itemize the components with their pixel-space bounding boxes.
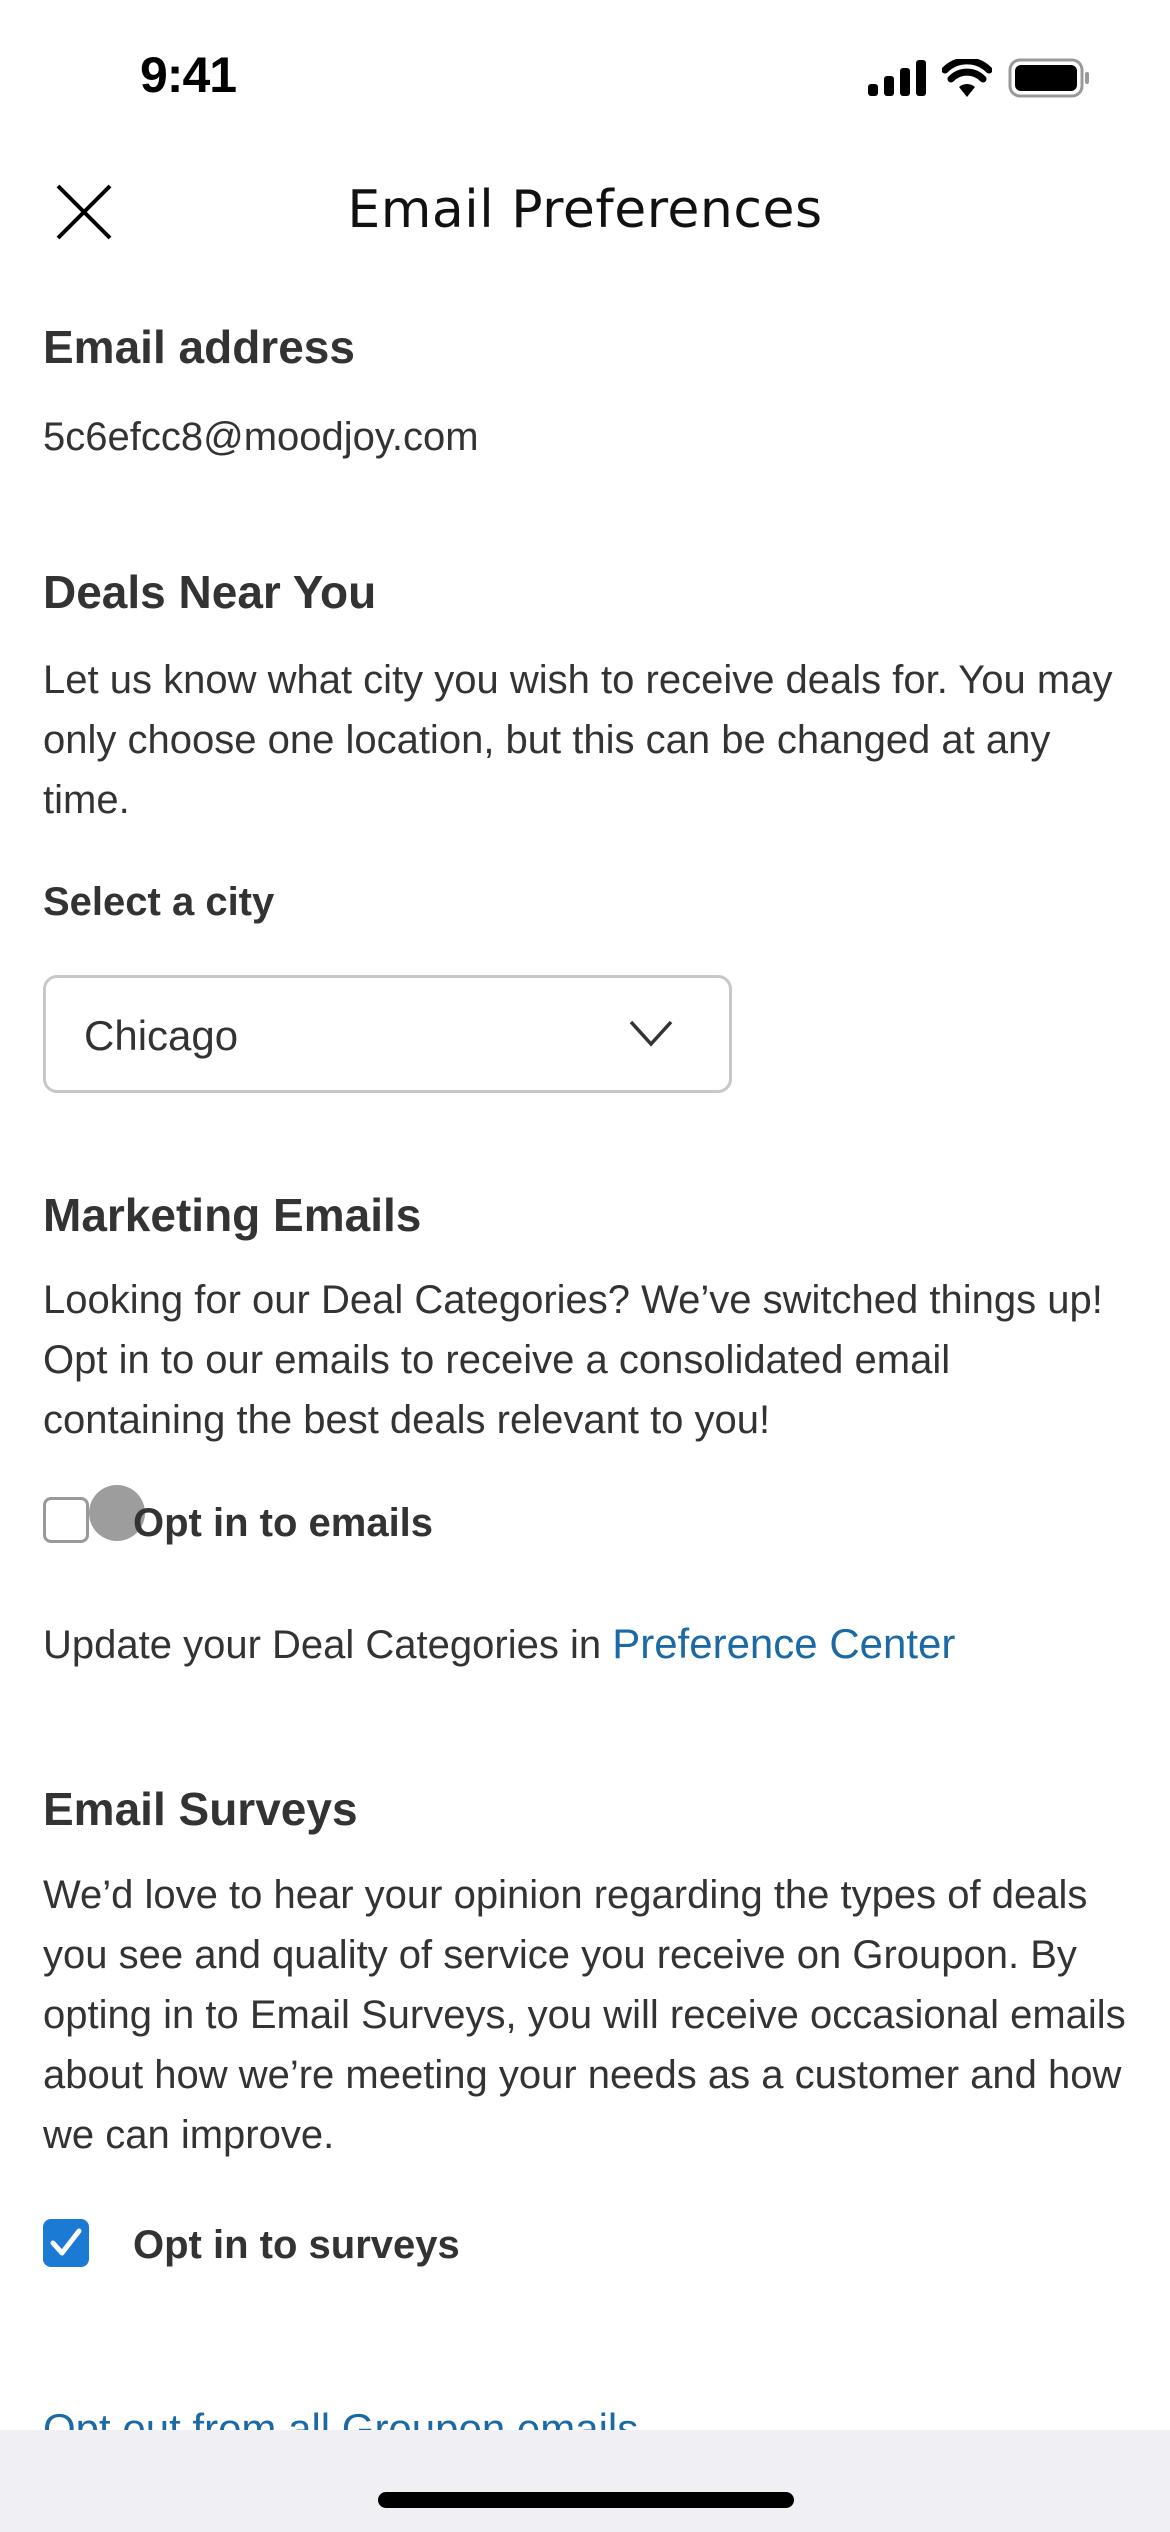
opt-in-emails-row[interactable]: Opt in to emails bbox=[43, 1485, 743, 1555]
surveys-heading: Email Surveys bbox=[43, 1783, 358, 1835]
opt-in-surveys-checkbox[interactable] bbox=[43, 2219, 89, 2267]
deals-description: Let us know what city you wish to receiv… bbox=[43, 658, 1113, 822]
nav-bar: Email Preferences bbox=[0, 160, 1170, 260]
opt-in-surveys-row[interactable]: Opt in to surveys bbox=[43, 2215, 743, 2285]
home-indicator-area bbox=[0, 2430, 1170, 2532]
preference-center-text: Update your Deal Categories in bbox=[43, 1623, 613, 1667]
page-title: Email Preferences bbox=[347, 180, 823, 240]
deals-heading: Deals Near You bbox=[43, 566, 377, 618]
status-icons bbox=[868, 58, 1090, 98]
preference-center-line: Update your Deal Categories in Preferenc… bbox=[43, 1620, 955, 1668]
city-select-label: Select a city bbox=[43, 880, 275, 924]
preference-center-link[interactable]: Preference Center bbox=[612, 1620, 955, 1667]
status-bar: 9:41 bbox=[0, 0, 1170, 150]
city-select-value: Chicago bbox=[84, 1012, 239, 1059]
status-time: 9:41 bbox=[140, 47, 237, 103]
marketing-heading: Marketing Emails bbox=[43, 1189, 422, 1241]
home-indicator[interactable] bbox=[378, 2492, 794, 2508]
wifi-icon bbox=[942, 59, 992, 97]
email-value: 5c6efcc8@moodjoy.com bbox=[43, 415, 479, 459]
opt-in-surveys-label: Opt in to surveys bbox=[133, 2223, 460, 2267]
checkmark-icon bbox=[50, 2228, 82, 2256]
cellular-signal-icon bbox=[868, 60, 926, 96]
surveys-description: We’d love to hear your opinion regarding… bbox=[43, 1873, 1126, 2157]
email-heading: Email address bbox=[43, 321, 355, 373]
battery-icon bbox=[1008, 58, 1089, 98]
opt-in-emails-label: Opt in to emails bbox=[133, 1501, 434, 1545]
marketing-description: Looking for our Deal Categories? We’ve s… bbox=[43, 1278, 1103, 1442]
chevron-down-icon bbox=[629, 1020, 673, 1047]
city-select[interactable]: Chicago bbox=[43, 975, 732, 1093]
opt-in-emails-checkbox[interactable] bbox=[43, 1497, 89, 1543]
